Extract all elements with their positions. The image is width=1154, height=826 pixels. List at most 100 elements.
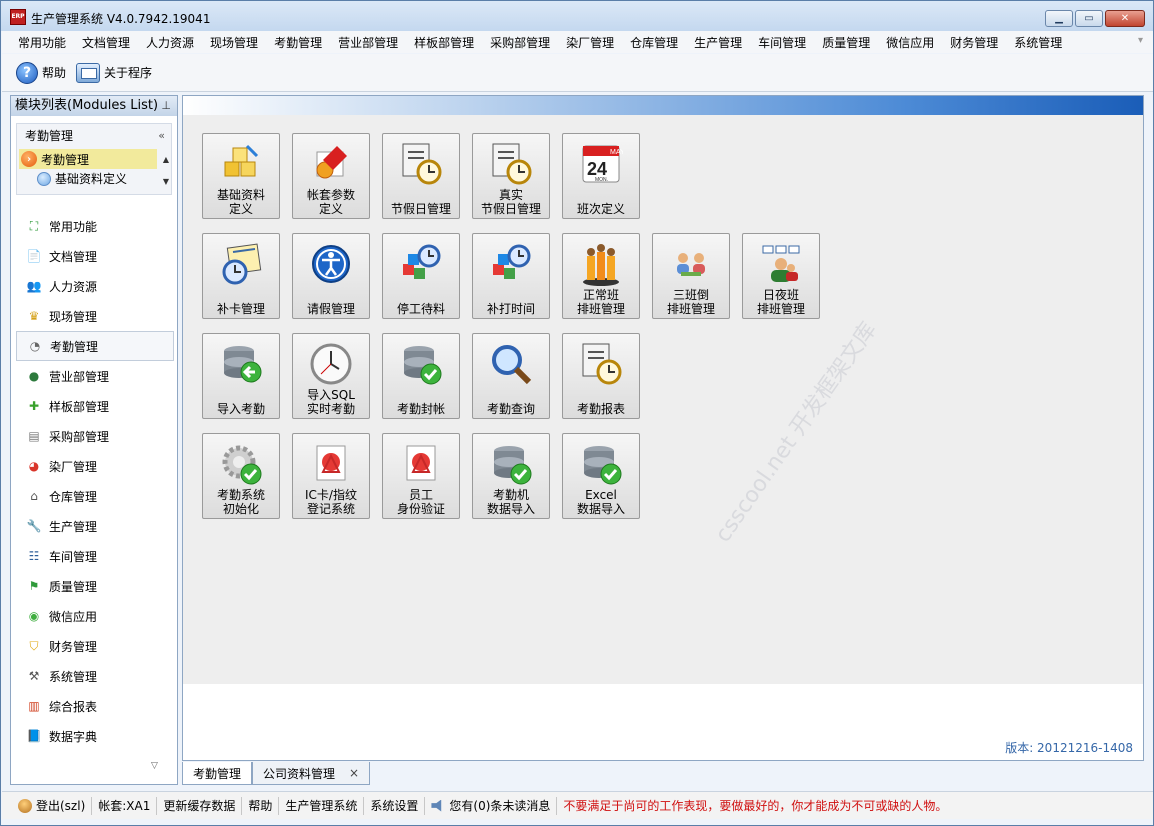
module-tile-label: Excel 数据导入 — [576, 488, 625, 516]
module-tile[interactable]: 请假管理 — [292, 233, 370, 319]
sidebar-item[interactable]: ☷ 车间管理 — [16, 541, 174, 571]
sidebar-item-label: 染厂管理 — [49, 459, 98, 474]
sidebar-item[interactable]: ⚑ 质量管理 — [16, 571, 174, 601]
sub-panel-scroll[interactable]: ▲ ▼ — [163, 149, 169, 193]
sidebar-item-label: 营业部管理 — [49, 369, 110, 384]
module-tile[interactable]: 考勤机 数据导入 — [472, 433, 550, 519]
sidebar-item[interactable]: ● 营业部管理 — [16, 361, 174, 391]
module-tile[interactable]: 日夜班 排班管理 — [742, 233, 820, 319]
menu-item[interactable]: 染厂管理 — [558, 34, 622, 51]
module-tile-label: 停工待料 — [396, 302, 445, 316]
menu-item[interactable]: 系统管理 — [1006, 34, 1070, 51]
sidebar-item[interactable]: 🔧 生产管理 — [16, 511, 174, 541]
tab-attendance[interactable]: 考勤管理 — [182, 762, 253, 785]
sidebar-item[interactable]: ⌂ 仓库管理 — [16, 481, 174, 511]
bullet-icon — [37, 171, 51, 186]
sidebar-item[interactable]: ◕ 染厂管理 — [16, 451, 174, 481]
system-settings-button[interactable]: 系统设置 — [364, 796, 426, 815]
tab-company-data[interactable]: 公司资料管理 × — [252, 762, 371, 785]
module-tile[interactable]: 基础资料 定义 — [202, 133, 280, 219]
menu-item[interactable]: 车间管理 — [750, 34, 814, 51]
cubes-clock-icon — [399, 242, 443, 286]
sidebar-item-label: 车间管理 — [49, 549, 98, 564]
module-tile[interactable]: 补卡管理 — [202, 233, 280, 319]
module-tile[interactable]: 考勤查询 — [472, 333, 550, 419]
sub-item-basic-data[interactable]: 基础资料定义 — [37, 170, 127, 187]
about-button[interactable]: 关于程序 — [76, 62, 152, 83]
sidebar-item[interactable]: 👥 人力资源 — [16, 271, 174, 301]
menu-item[interactable]: 质量管理 — [814, 34, 878, 51]
sidebar-item[interactable]: 📘 数据字典 — [16, 721, 174, 751]
sidebar-item[interactable]: ◉ 微信应用 — [16, 601, 174, 631]
warehouse-icon: ⌂ — [30, 489, 38, 503]
sidebar-item[interactable]: ✚ 样板部管理 — [16, 391, 174, 421]
tab-close-icon[interactable]: × — [349, 766, 359, 780]
database-check-icon — [579, 442, 623, 486]
maximize-button[interactable]: ▭ — [1075, 10, 1103, 27]
help-button[interactable]: ? 帮助 — [16, 61, 66, 84]
sidebar-item[interactable]: ▤ 采购部管理 — [16, 421, 174, 451]
module-tile[interactable]: IC卡/指纹 登记系统 — [292, 433, 370, 519]
module-tile[interactable]: 补打时间 — [472, 233, 550, 319]
sidebar-item[interactable]: ⚒ 系统管理 — [16, 661, 174, 691]
module-tile-label: 考勤系统 初始化 — [216, 488, 265, 516]
module-tile[interactable]: 导入考勤 — [202, 333, 280, 419]
module-tile[interactable]: 正常班 排班管理 — [562, 233, 640, 319]
system-name-button[interactable]: 生产管理系统 — [279, 796, 365, 815]
gear-check-icon — [219, 442, 263, 486]
sidebar-item-label: 生产管理 — [49, 519, 98, 534]
module-tile[interactable]: 真实 节假日管理 — [472, 133, 550, 219]
menu-item[interactable]: 营业部管理 — [330, 34, 406, 51]
document-clock-icon — [399, 142, 443, 186]
menu-overflow-icon[interactable]: ▾ — [1138, 35, 1143, 46]
menu-item[interactable]: 考勤管理 — [266, 34, 330, 51]
menu-item[interactable]: 样板部管理 — [406, 34, 482, 51]
sidebar-item[interactable]: ⛶ 常用功能 — [16, 211, 174, 241]
module-tile[interactable]: 帐套参数 定义 — [292, 133, 370, 219]
module-tile[interactable]: 导入SQL 实时考勤 — [292, 333, 370, 419]
refresh-cache-button[interactable]: 更新缓存数据 — [157, 796, 243, 815]
module-tile-label: 考勤查询 — [486, 402, 535, 416]
svg-text:MAY: MAY — [610, 149, 623, 156]
sidebar-item[interactable]: ◔ 考勤管理 — [16, 331, 174, 361]
motto-text: 不要满足于尚可的工作表现，要做最好的，你才能成为不可或缺的人物。 — [557, 797, 953, 815]
module-tile[interactable]: MAY 24 MON. 班次定义 — [562, 133, 640, 219]
sidebar-item[interactable]: ♛ 现场管理 — [16, 301, 174, 331]
module-tile[interactable]: 停工待料 — [382, 233, 460, 319]
menu-item[interactable]: 文档管理 — [74, 34, 138, 51]
scroll-down-icon[interactable]: ▽ — [151, 761, 158, 771]
arrow-right-icon: › — [21, 151, 37, 167]
minimize-button[interactable]: ▁ — [1045, 10, 1073, 27]
menu-item[interactable]: 常用功能 — [10, 34, 74, 51]
team-icon — [669, 242, 713, 286]
globe-icon: ● — [28, 369, 40, 383]
module-tile[interactable]: 节假日管理 — [382, 133, 460, 219]
sidebar-item[interactable]: ▥ 综合报表 — [16, 691, 174, 721]
close-button[interactable]: ✕ — [1105, 10, 1145, 27]
collapse-icon[interactable]: « — [158, 124, 165, 148]
menu-item[interactable]: 人力资源 — [138, 34, 202, 51]
module-tile[interactable]: Excel 数据导入 — [562, 433, 640, 519]
menu-item[interactable]: 财务管理 — [942, 34, 1006, 51]
module-tile[interactable]: 考勤系统 初始化 — [202, 433, 280, 519]
module-tile-label: 考勤报表 — [576, 402, 625, 416]
messages-button[interactable]: 您有(0)条未读消息 — [425, 796, 558, 815]
newspaper-icon: ▤ — [28, 429, 40, 443]
sub-item-selected[interactable]: › 考勤管理 — [19, 149, 157, 169]
menu-item[interactable]: 仓库管理 — [622, 34, 686, 51]
module-tile[interactable]: 考勤报表 — [562, 333, 640, 419]
menu-item[interactable]: 采购部管理 — [482, 34, 558, 51]
module-tile[interactable]: 考勤封帐 — [382, 333, 460, 419]
menu-item[interactable]: 微信应用 — [878, 34, 942, 51]
menu-item[interactable]: 现场管理 — [202, 34, 266, 51]
module-tile[interactable]: 员工 身份验证 — [382, 433, 460, 519]
module-tile-label: 导入SQL 实时考勤 — [306, 388, 355, 416]
menu-item[interactable]: 生产管理 — [686, 34, 750, 51]
module-tile[interactable]: 三班倒 排班管理 — [652, 233, 730, 319]
sidebar-item[interactable]: ⛉ 财务管理 — [16, 631, 174, 661]
logout-button[interactable]: 登出(szl) — [12, 796, 93, 815]
sidebar-item[interactable]: 📄 文档管理 — [16, 241, 174, 271]
menu-bar: 常用功能 文档管理 人力资源 现场管理 考勤管理 营业部管理 样板部管理 采购部管理 染厂管理仓… — [2, 31, 1153, 53]
status-help-button[interactable]: 帮助 — [242, 796, 280, 815]
pin-icon[interactable]: ⊥ — [161, 96, 171, 116]
